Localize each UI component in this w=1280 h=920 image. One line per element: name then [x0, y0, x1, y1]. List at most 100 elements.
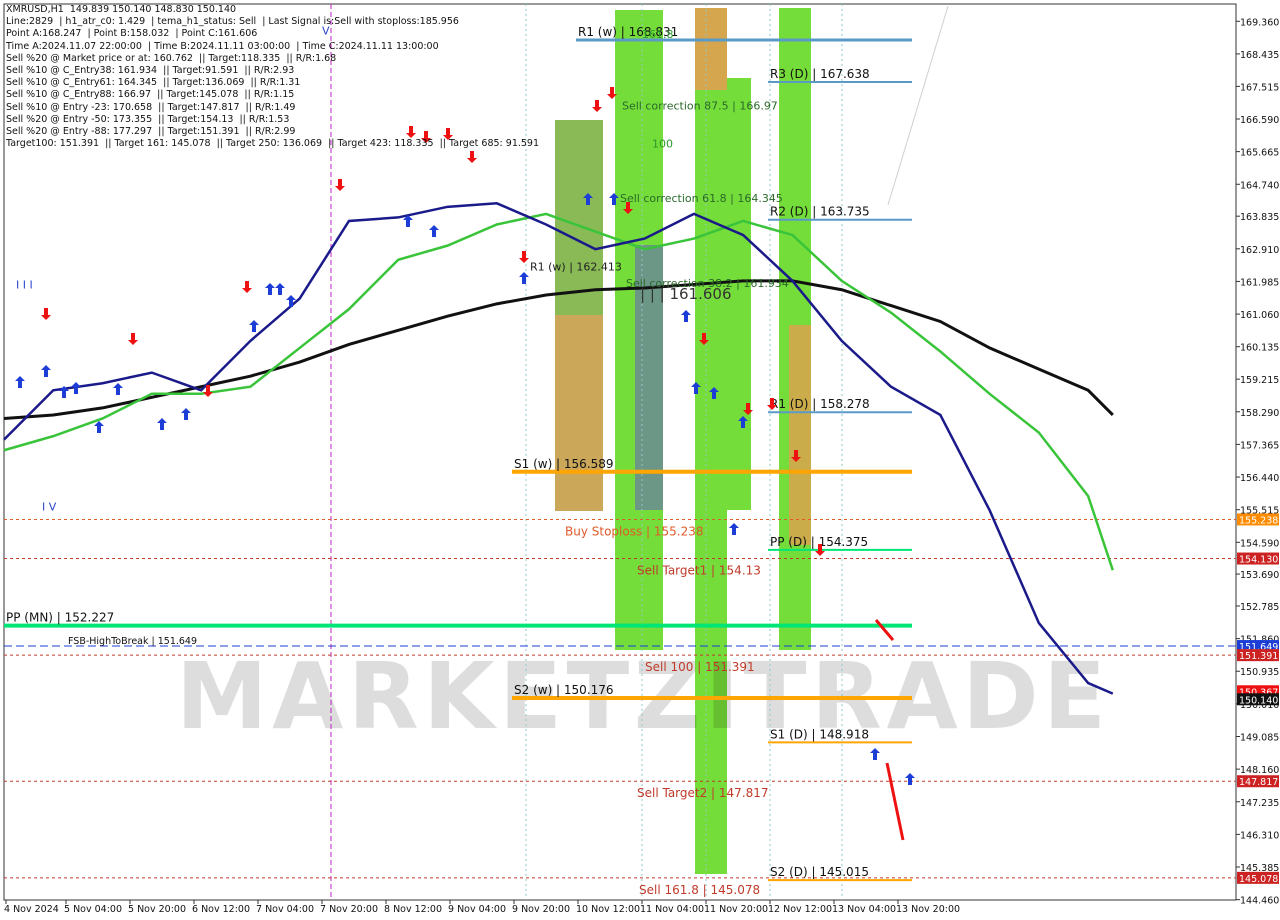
pivot-level-label: R3 (D) | 167.638	[770, 67, 870, 81]
info-line: Sell %10 @ C_Entry61: 164.345 || Target:…	[6, 77, 301, 89]
y-tick-label: 156.440	[1240, 473, 1279, 484]
price-tag-label: 147.817	[1239, 777, 1278, 788]
dashed-level-label: Sell 161.8 | 145.078	[639, 883, 760, 897]
dashed-level-label: Sell Target2 | 147.817	[637, 786, 769, 800]
info-line: Sell %10 @ C_Entry38: 161.934 || Target:…	[6, 65, 295, 77]
dashed-level-label: FSB-HighToBreak | 151.649	[68, 636, 197, 647]
x-tick-label: 8 Nov 12:00	[384, 904, 442, 915]
x-tick-label: 12 Nov 12:00	[768, 904, 832, 915]
y-tick-label: 160.135	[1240, 343, 1279, 354]
dashed-level-label: Sell Target1 | 154.13	[637, 564, 761, 578]
zone-box	[789, 325, 811, 545]
y-tick-label: 161.985	[1240, 277, 1279, 288]
info-line: Line:2829 | h1_atr_c0: 1.429 | tema_h1_s…	[6, 16, 459, 28]
chart-annotation: | | | 161.606	[640, 285, 732, 303]
buy-arrow-icon	[429, 225, 439, 237]
price-tag: 155.238	[1237, 513, 1279, 526]
y-tick-label: 158.290	[1240, 408, 1279, 419]
chart-annotation: I I I	[16, 278, 33, 291]
y-tick-label: 162.910	[1240, 245, 1279, 256]
y-tick-label: 147.235	[1240, 798, 1279, 809]
sell-arrow-icon	[592, 100, 602, 112]
buy-arrow-icon	[275, 283, 285, 295]
price-tag-label: 145.078	[1239, 874, 1278, 885]
x-tick-label: 4 Nov 2024	[4, 904, 59, 915]
x-tick-label: 7 Nov 20:00	[320, 904, 378, 915]
x-tick-label: 11 Nov 04:00	[640, 904, 704, 915]
y-tick-label: 144.460	[1240, 896, 1279, 907]
buy-arrow-icon	[729, 523, 739, 535]
info-line: Sell %20 @ Entry -50: 173.355 || Target:…	[6, 113, 290, 125]
info-line: Sell %10 @ Entry -23: 170.658 || Target:…	[6, 101, 296, 113]
info-line: Time A:2024.11.07 22:00:00 | Time B:2024…	[6, 40, 439, 52]
pivot-level-label: R2 (D) | 163.735	[770, 205, 870, 219]
buy-arrow-icon	[681, 310, 691, 322]
x-tick-label: 10 Nov 12:00	[576, 904, 640, 915]
info-line: XMRUSD,H1 149.839 150.140 148.830 150.14…	[6, 4, 237, 15]
sell-arrow-icon	[467, 151, 477, 163]
price-tag: 154.130	[1237, 552, 1279, 566]
x-tick-label: 6 Nov 12:00	[192, 904, 250, 915]
price-tag: 145.078	[1237, 871, 1279, 885]
chart-annotation: 161.8	[642, 28, 674, 41]
chart-annotation: 100	[652, 137, 673, 150]
pivot-level-label: S2 (w) | 150.176	[514, 683, 614, 697]
chart-annotation: Sell correction 87.5 | 166.97	[622, 100, 778, 113]
buy-arrow-icon	[519, 272, 529, 284]
zone-box	[695, 8, 727, 90]
buy-arrow-icon	[41, 365, 51, 377]
y-tick-label: 149.085	[1240, 732, 1279, 743]
y-tick-label: 153.690	[1240, 570, 1279, 581]
x-tick-label: 5 Nov 04:00	[64, 904, 122, 915]
info-line: Sell %20 @ Entry -88: 177.297 || Target:…	[6, 126, 296, 138]
buy-arrow-icon	[94, 421, 104, 433]
y-tick-label: 161.060	[1240, 310, 1279, 321]
y-tick-label: 146.310	[1240, 830, 1279, 841]
pivot-level-label: R1 (D) | 158.278	[770, 397, 870, 411]
sell-arrow-icon	[335, 179, 345, 191]
chart-annotation: I V	[42, 501, 57, 514]
sell-arrow-icon	[41, 308, 51, 320]
x-tick-label: 9 Nov 04:00	[448, 904, 506, 915]
x-tick-label: 9 Nov 20:00	[512, 904, 570, 915]
chart-annotation: Sell correction 61.8 | 164.345	[620, 192, 783, 205]
buy-arrow-icon	[286, 295, 296, 307]
sell-arrow-icon	[128, 333, 138, 345]
zone-box	[555, 315, 603, 511]
guide-segment	[887, 5, 949, 206]
y-tick-label: 150.935	[1240, 667, 1279, 678]
y-tick-label: 159.215	[1240, 375, 1279, 386]
info-line: Target100: 151.391 || Target 161: 145.07…	[6, 138, 540, 150]
info-line: Point A:168.247 | Point B:158.032 | Poin…	[6, 28, 258, 40]
buy-arrow-icon	[15, 376, 25, 388]
x-tick-label: 7 Nov 04:00	[256, 904, 314, 915]
info-line: Sell %20 @ Market price or at: 160.762 |…	[6, 52, 337, 64]
buy-arrow-icon	[157, 418, 167, 430]
price-tag: 147.817	[1237, 775, 1279, 788]
price-tag-label: 151.391	[1239, 651, 1278, 662]
trend-segment	[885, 762, 905, 841]
x-tick-label: 13 Nov 04:00	[832, 904, 896, 915]
buy-arrow-icon	[265, 283, 275, 295]
y-tick-label: 167.515	[1240, 82, 1279, 93]
info-panel: XMRUSD,H1 149.839 150.140 148.830 150.14…	[6, 4, 539, 150]
info-line: Sell %10 @ C_Entry88: 166.97 || Target:1…	[6, 89, 295, 101]
y-tick-label: 152.785	[1240, 602, 1279, 613]
pivot-level-label: PP (MN) | 152.227	[6, 611, 114, 625]
y-tick-label: 163.835	[1240, 212, 1279, 223]
buy-arrow-icon	[249, 320, 259, 332]
price-tag-label: 150.140	[1239, 695, 1278, 706]
pivot-level-label: S1 (D) | 148.918	[770, 727, 869, 741]
dashed-level-label: Sell 100 | 151.391	[645, 660, 755, 674]
sell-arrow-icon	[242, 281, 252, 293]
sell-arrow-icon	[519, 251, 529, 263]
y-tick-label: 166.590	[1240, 115, 1279, 126]
pivot-level-label: S2 (D) | 145.015	[770, 865, 869, 879]
price-tag: 150.140	[1237, 693, 1279, 706]
y-tick-label: 157.365	[1240, 440, 1279, 451]
y-tick-label: 164.740	[1240, 180, 1279, 191]
dashed-level-label: Buy Stoploss | 155.238	[565, 524, 704, 538]
pivot-level-label: S1 (w) | 156.589	[514, 457, 614, 471]
chart-annotation: R1 (w) | 162.413	[530, 260, 622, 273]
x-tick-label: 11 Nov 20:00	[704, 904, 768, 915]
